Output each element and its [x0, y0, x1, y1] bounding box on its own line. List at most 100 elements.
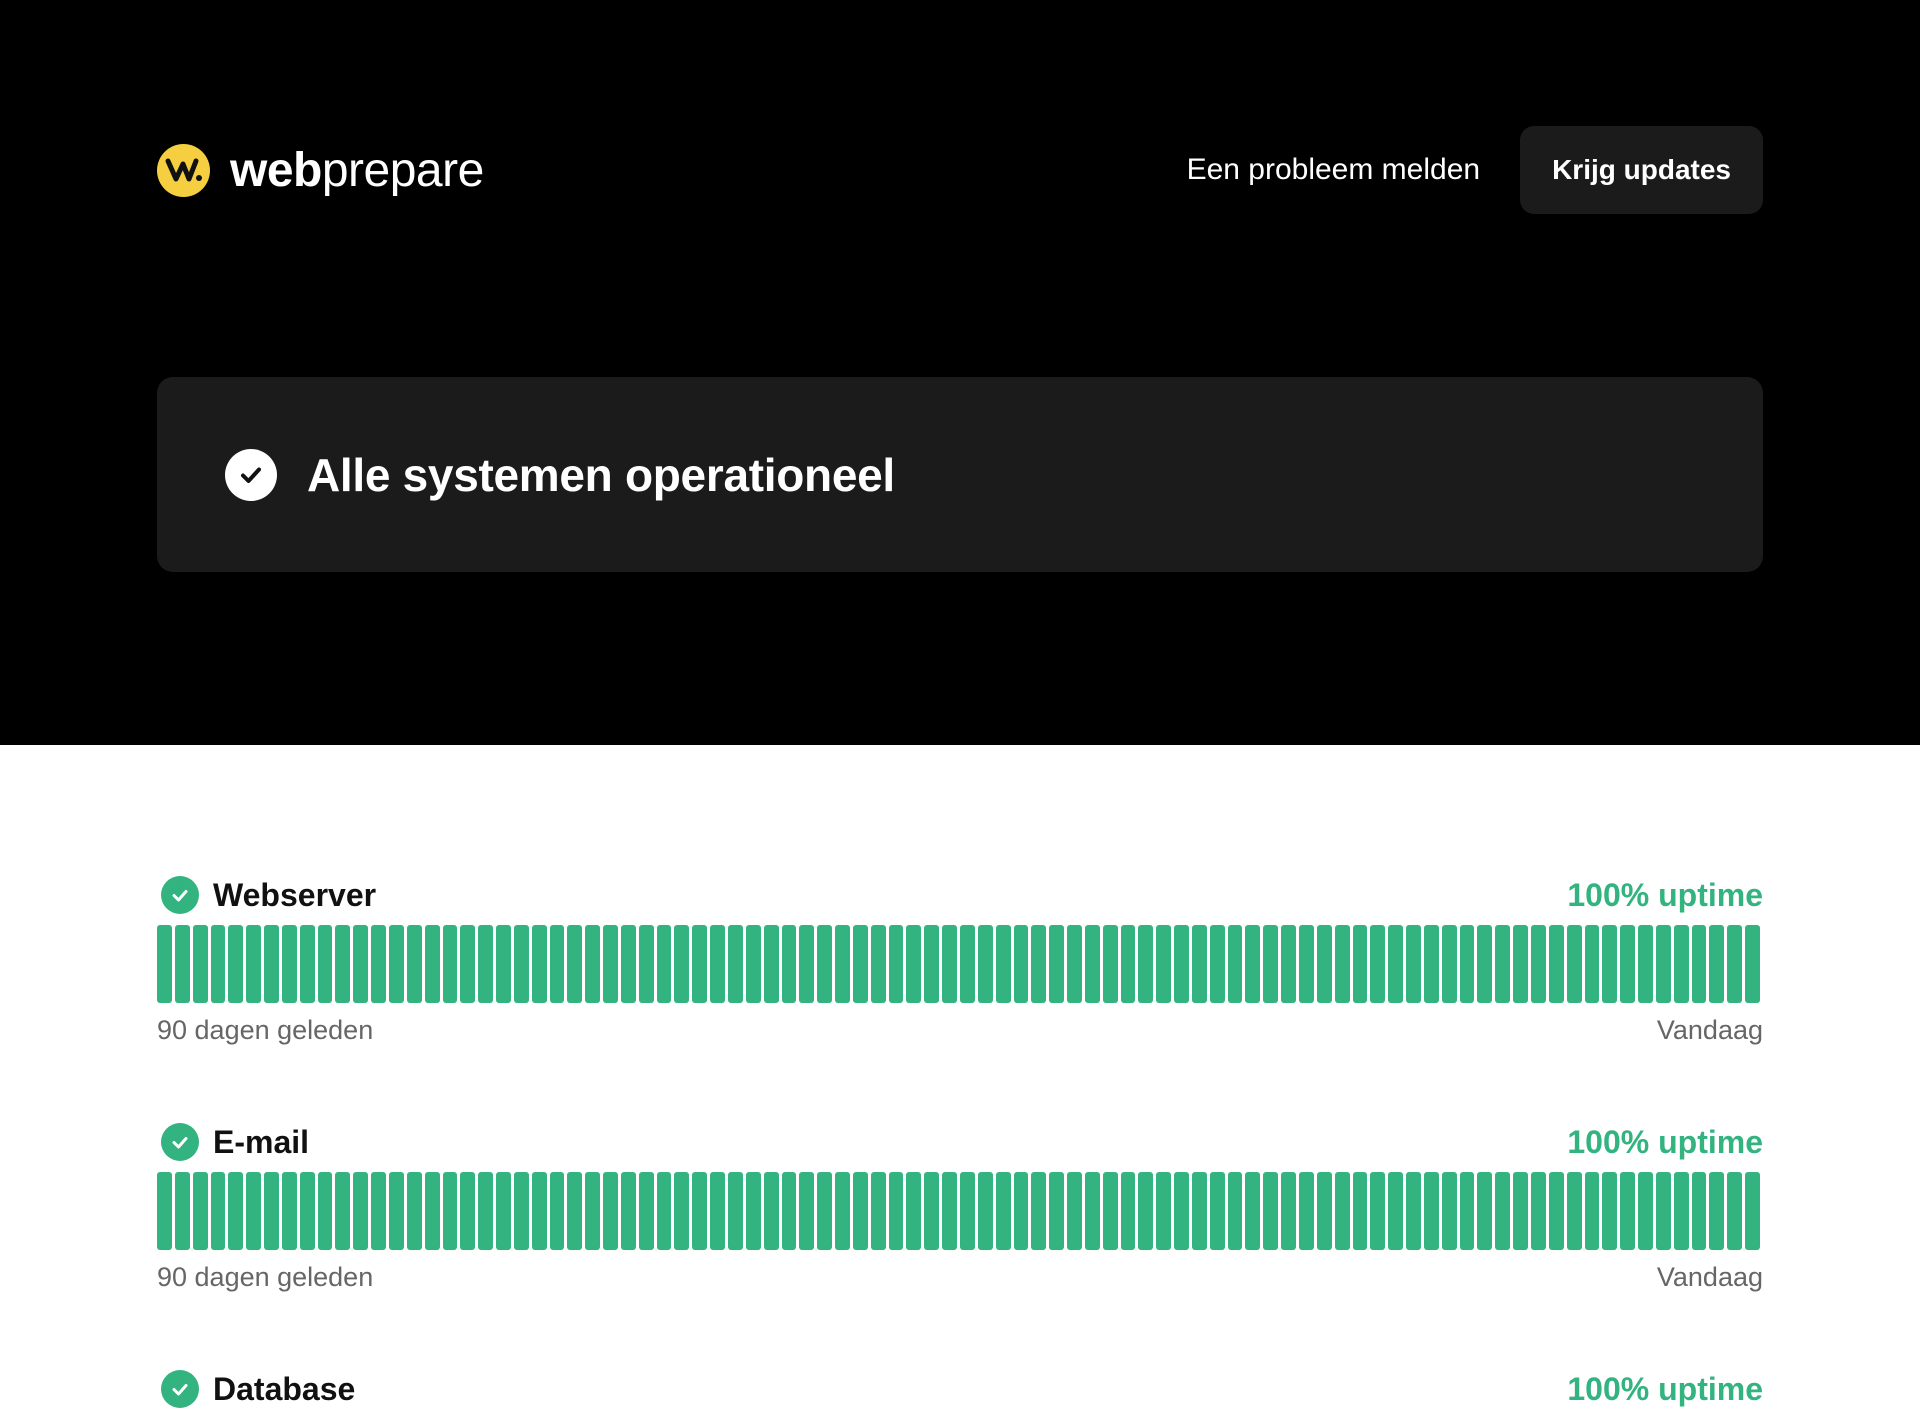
uptime-day-bar[interactable] — [585, 1172, 601, 1250]
uptime-day-bar[interactable] — [210, 925, 226, 1003]
uptime-day-bar[interactable] — [1513, 1172, 1528, 1250]
uptime-day-bar[interactable] — [799, 1172, 815, 1250]
uptime-day-bar[interactable] — [1620, 1172, 1636, 1250]
uptime-day-bar[interactable] — [1316, 925, 1332, 1003]
uptime-day-bar[interactable] — [870, 1172, 886, 1250]
uptime-day-bar[interactable] — [1406, 925, 1421, 1003]
uptime-day-bar[interactable] — [1067, 1172, 1082, 1250]
uptime-day-bar[interactable] — [1263, 925, 1279, 1003]
uptime-day-bar[interactable] — [1530, 1172, 1546, 1250]
uptime-day-bar[interactable] — [174, 1172, 190, 1250]
uptime-day-bar[interactable] — [1745, 925, 1760, 1003]
uptime-day-bar[interactable] — [1227, 925, 1243, 1003]
uptime-day-bar[interactable] — [1477, 1172, 1493, 1250]
uptime-day-bar[interactable] — [1548, 925, 1564, 1003]
uptime-day-bar[interactable] — [1388, 925, 1404, 1003]
uptime-day-bar[interactable] — [1138, 1172, 1154, 1250]
uptime-day-bar[interactable] — [906, 925, 922, 1003]
uptime-day-bar[interactable] — [710, 1172, 725, 1250]
uptime-day-bar[interactable] — [1209, 925, 1225, 1003]
uptime-day-bar[interactable] — [1120, 1172, 1136, 1250]
uptime-day-bar[interactable] — [1602, 1172, 1618, 1250]
uptime-day-bar[interactable] — [656, 925, 672, 1003]
uptime-day-bar[interactable] — [210, 1172, 226, 1250]
uptime-day-bar[interactable] — [228, 925, 244, 1003]
uptime-day-bar[interactable] — [174, 925, 190, 1003]
report-problem-link[interactable]: Een probleem melden — [1187, 153, 1481, 187]
uptime-day-bar[interactable] — [1709, 1172, 1725, 1250]
uptime-day-bar[interactable] — [1191, 1172, 1207, 1250]
uptime-day-bar[interactable] — [1299, 1172, 1314, 1250]
uptime-day-bar[interactable] — [299, 1172, 315, 1250]
uptime-day-bar[interactable] — [620, 1172, 636, 1250]
uptime-day-bar[interactable] — [692, 1172, 708, 1250]
uptime-day-bar[interactable] — [674, 1172, 690, 1250]
uptime-day-bar[interactable] — [1245, 925, 1261, 1003]
uptime-day-bar[interactable] — [1370, 925, 1386, 1003]
uptime-day-bar[interactable] — [852, 925, 868, 1003]
uptime-day-bar[interactable] — [1638, 925, 1653, 1003]
uptime-day-bar[interactable] — [1513, 925, 1528, 1003]
uptime-day-bar[interactable] — [1067, 925, 1082, 1003]
uptime-day-bar[interactable] — [335, 925, 351, 1003]
uptime-day-bar[interactable] — [620, 925, 636, 1003]
uptime-day-bar[interactable] — [817, 1172, 833, 1250]
uptime-day-bar[interactable] — [1316, 1172, 1332, 1250]
uptime-day-bar[interactable] — [567, 925, 583, 1003]
uptime-day-bar[interactable] — [1281, 925, 1296, 1003]
uptime-day-bar[interactable] — [1584, 1172, 1600, 1250]
uptime-day-bar[interactable] — [531, 925, 547, 1003]
uptime-day-bar[interactable] — [1495, 925, 1511, 1003]
uptime-day-bar[interactable] — [478, 925, 494, 1003]
uptime-day-bar[interactable] — [656, 1172, 672, 1250]
uptime-day-bar[interactable] — [192, 925, 208, 1003]
uptime-day-bar[interactable] — [1174, 1172, 1189, 1250]
uptime-day-bar[interactable] — [959, 925, 975, 1003]
uptime-day-bar[interactable] — [585, 925, 601, 1003]
uptime-day-bar[interactable] — [1191, 925, 1207, 1003]
uptime-day-bar[interactable] — [1138, 925, 1154, 1003]
uptime-day-bar[interactable] — [1495, 1172, 1511, 1250]
uptime-day-bar[interactable] — [192, 1172, 208, 1250]
uptime-day-bar[interactable] — [781, 1172, 797, 1250]
uptime-day-bar[interactable] — [1459, 925, 1475, 1003]
uptime-day-bar[interactable] — [460, 1172, 476, 1250]
uptime-day-bar[interactable] — [1245, 1172, 1261, 1250]
uptime-day-bar[interactable] — [281, 925, 297, 1003]
uptime-day-bar[interactable] — [1299, 925, 1314, 1003]
uptime-day-bar[interactable] — [1388, 1172, 1404, 1250]
uptime-day-bar[interactable] — [317, 925, 333, 1003]
uptime-day-bar[interactable] — [1691, 1172, 1707, 1250]
uptime-day-bar[interactable] — [1441, 925, 1457, 1003]
uptime-day-bar[interactable] — [924, 1172, 940, 1250]
uptime-day-bar[interactable] — [549, 925, 565, 1003]
uptime-day-bar[interactable] — [870, 925, 886, 1003]
uptime-day-bar[interactable] — [335, 1172, 351, 1250]
uptime-day-bar[interactable] — [852, 1172, 868, 1250]
uptime-day-bar[interactable] — [1352, 925, 1368, 1003]
uptime-day-bar[interactable] — [264, 925, 279, 1003]
uptime-day-bar[interactable] — [1334, 925, 1350, 1003]
uptime-day-bar[interactable] — [1352, 1172, 1368, 1250]
uptime-day-bar[interactable] — [942, 1172, 957, 1250]
uptime-day-bar[interactable] — [406, 1172, 422, 1250]
get-updates-button[interactable]: Krijg updates — [1520, 126, 1763, 214]
uptime-day-bar[interactable] — [1102, 1172, 1118, 1250]
uptime-day-bar[interactable] — [1156, 1172, 1172, 1250]
uptime-day-bar[interactable] — [371, 925, 386, 1003]
uptime-day-bar[interactable] — [1049, 1172, 1065, 1250]
uptime-day-bar[interactable] — [424, 1172, 440, 1250]
uptime-day-bar[interactable] — [478, 1172, 494, 1250]
uptime-day-bar[interactable] — [1655, 925, 1671, 1003]
uptime-day-bar[interactable] — [977, 1172, 993, 1250]
uptime-day-bar[interactable] — [763, 925, 779, 1003]
uptime-day-bar[interactable] — [1406, 1172, 1421, 1250]
uptime-day-bar[interactable] — [906, 1172, 922, 1250]
uptime-day-bar[interactable] — [710, 925, 725, 1003]
uptime-day-bar[interactable] — [1031, 925, 1047, 1003]
uptime-day-bar[interactable] — [1156, 925, 1172, 1003]
uptime-day-bar[interactable] — [745, 1172, 761, 1250]
uptime-day-bar[interactable] — [638, 925, 654, 1003]
uptime-day-bar[interactable] — [888, 1172, 904, 1250]
uptime-day-bar[interactable] — [246, 1172, 262, 1250]
